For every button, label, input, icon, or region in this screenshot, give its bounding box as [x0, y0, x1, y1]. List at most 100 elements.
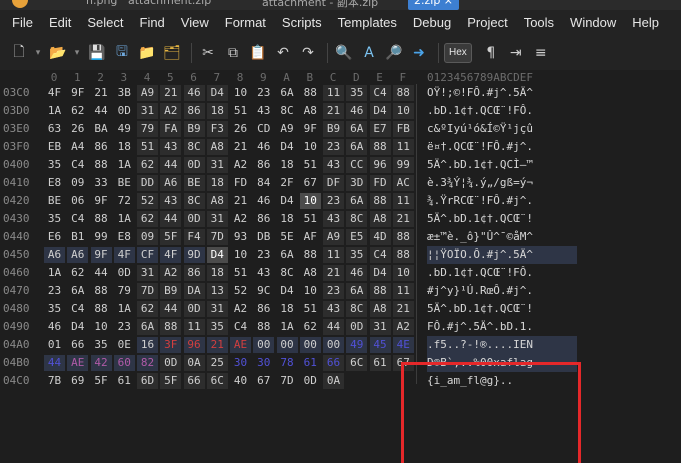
hex-byte[interactable]: 00	[253, 337, 275, 353]
hex-byte[interactable]: 40	[230, 373, 251, 389]
hex-byte[interactable]: 44	[44, 355, 65, 371]
hex-byte[interactable]: E8	[114, 229, 135, 245]
hex-byte[interactable]: 49	[114, 121, 135, 137]
hex-byte[interactable]: 5F	[160, 373, 182, 389]
hex-byte[interactable]: AF	[300, 229, 321, 245]
hex-byte[interactable]: 33	[91, 175, 112, 191]
hex-byte[interactable]: 10	[392, 103, 414, 119]
hex-byte[interactable]: BE	[183, 175, 205, 191]
hex-byte[interactable]: 51	[300, 301, 321, 317]
hex-byte[interactable]: D4	[277, 283, 298, 299]
hex-byte[interactable]: 31	[206, 211, 228, 227]
hex-byte[interactable]: 6A	[346, 283, 368, 299]
hex-byte[interactable]: 18	[277, 211, 298, 227]
hex-byte[interactable]: 3B	[114, 85, 135, 101]
copy-icon[interactable]: ⧉	[222, 42, 244, 64]
hex-byte[interactable]: 0D	[183, 301, 205, 317]
open-folder-icon[interactable]: 📂	[47, 42, 69, 64]
hex-byte[interactable]: 8C	[277, 103, 298, 119]
hex-byte[interactable]: 18	[206, 265, 228, 281]
goto-arrow-icon[interactable]: ➜	[408, 42, 430, 64]
hex-byte[interactable]: 26	[230, 121, 251, 137]
hex-byte[interactable]: 44	[160, 211, 182, 227]
hex-byte[interactable]: 31	[137, 103, 158, 119]
hex-byte[interactable]: 67	[300, 175, 321, 191]
hex-byte[interactable]: 9F	[90, 247, 112, 263]
hex-byte[interactable]: 5F	[91, 373, 112, 389]
menu-window[interactable]: Window	[562, 10, 624, 36]
paste-icon[interactable]: 📋	[247, 42, 269, 64]
hex-byte[interactable]: E6	[44, 229, 65, 245]
hex-byte[interactable]: 30	[230, 355, 251, 371]
ascii-row[interactable]: c&ºIyú¹ó&Í©Ÿ¹jçû	[427, 120, 577, 138]
hex-byte[interactable]: DF	[323, 175, 344, 191]
hex-byte[interactable]: A2	[160, 265, 182, 281]
hex-byte[interactable]: 1A	[44, 103, 65, 119]
hex-byte[interactable]: A4	[67, 139, 88, 155]
hex-byte[interactable]: D4	[67, 319, 88, 335]
menu-view[interactable]: View	[173, 10, 217, 36]
hex-byte[interactable]: BA	[91, 121, 112, 137]
hex-byte[interactable]: 21	[392, 301, 414, 317]
hex-byte[interactable]: C4	[67, 301, 88, 317]
hex-byte[interactable]: C4	[67, 157, 88, 173]
word-wrap-icon[interactable]: ⇥	[505, 42, 527, 64]
hex-byte[interactable]: 43	[253, 265, 274, 281]
hex-byte[interactable]: 30	[253, 355, 274, 371]
hex-byte[interactable]: 61	[369, 355, 391, 371]
hex-byte[interactable]: FD	[230, 175, 251, 191]
hex-byte[interactable]: 06	[67, 193, 88, 209]
hex-byte[interactable]: 25	[206, 355, 228, 371]
menu-file[interactable]: File	[4, 10, 41, 36]
new-dropdown-icon[interactable]: ▾	[33, 42, 43, 64]
save-icon[interactable]: 💾	[86, 42, 108, 64]
hex-byte[interactable]: 35	[44, 211, 65, 227]
hex-byte[interactable]: 21	[323, 265, 344, 281]
hex-byte[interactable]: 45	[369, 337, 391, 353]
hex-byte[interactable]: 8C	[277, 265, 298, 281]
hex-byte[interactable]: 11	[392, 193, 414, 209]
hex-byte[interactable]: 46	[44, 319, 65, 335]
hex-byte[interactable]: 35	[44, 301, 65, 317]
hex-byte[interactable]: D4	[277, 139, 298, 155]
hex-byte[interactable]: 6A	[277, 85, 298, 101]
hex-byte[interactable]: AE	[67, 355, 89, 371]
hex-byte[interactable]: 88	[392, 229, 414, 245]
hex-byte[interactable]: 11	[323, 247, 344, 263]
hex-byte[interactable]: 31	[206, 157, 228, 173]
hex-byte[interactable]: A9	[137, 85, 158, 101]
pilcrow-icon[interactable]: ¶	[480, 42, 502, 64]
hex-byte[interactable]: C4	[67, 211, 88, 227]
hex-byte[interactable]: F3	[206, 121, 228, 137]
hex-byte[interactable]: 10	[230, 85, 251, 101]
hex-byte[interactable]: A2	[230, 157, 251, 173]
hex-byte[interactable]: 86	[183, 103, 205, 119]
hex-byte[interactable]: 23	[323, 193, 344, 209]
hex-byte[interactable]: 6A	[346, 121, 368, 137]
hex-byte[interactable]: 35	[346, 85, 368, 101]
hex-byte[interactable]: 69	[67, 373, 88, 389]
folder-icon[interactable]: 📁	[136, 42, 158, 64]
new-file-icon[interactable]: 🗋	[8, 42, 30, 64]
hex-byte[interactable]: 21	[392, 211, 414, 227]
hex-byte[interactable]: 9D	[183, 247, 205, 263]
hex-byte[interactable]: 21	[160, 85, 182, 101]
hex-byte[interactable]: 43	[160, 193, 182, 209]
hex-byte[interactable]: 51	[300, 157, 321, 173]
ascii-row[interactable]: FÔ.#j^.5Ä^.bD.1.	[427, 318, 577, 336]
hex-byte[interactable]: 79	[114, 283, 135, 299]
menu-edit[interactable]: Edit	[41, 10, 79, 36]
hex-byte[interactable]: A9	[323, 229, 344, 245]
hex-byte[interactable]: A2	[160, 103, 182, 119]
hex-byte[interactable]: 7D	[137, 283, 158, 299]
hex-byte[interactable]: A6	[67, 247, 89, 263]
hex-byte[interactable]: 10	[392, 265, 414, 281]
hex-byte[interactable]: BE	[114, 175, 135, 191]
hex-byte[interactable]: 1A	[114, 157, 135, 173]
hex-byte[interactable]: 16	[137, 337, 158, 353]
hex-byte[interactable]: DB	[253, 229, 274, 245]
hex-byte[interactable]: A8	[206, 139, 228, 155]
hex-byte[interactable]: 23	[114, 319, 135, 335]
menu-project[interactable]: Project	[459, 10, 515, 36]
hex-byte[interactable]: 88	[369, 283, 391, 299]
